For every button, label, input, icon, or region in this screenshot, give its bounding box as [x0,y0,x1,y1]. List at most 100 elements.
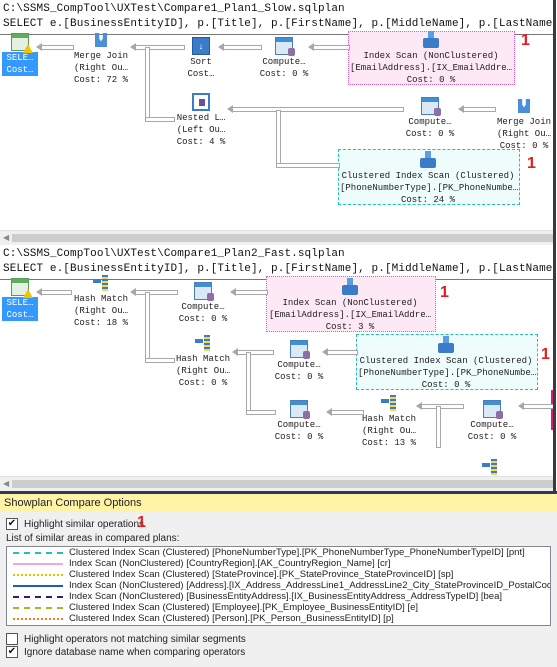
plan1-edge [145,117,175,122]
plan1-pane: C:\SSMS_CompTool\UXTest\Compare1_Plan1_S… [0,0,556,245]
plan2-edge [436,406,441,448]
highlight-not-matching-checkbox[interactable]: Highlight operators not matching similar… [6,633,246,645]
plan2-marker-1: 1 [440,284,449,301]
checkbox-unchecked-icon[interactable] [6,633,18,645]
select-icon [11,33,33,53]
plan2-node-compute-scalar-4[interactable]: Compute… Cost: 0 % [464,400,520,443]
similar-area-item[interactable]: Clustered Index Scan (Clustered) [StateP… [7,569,550,580]
scroll-left-icon[interactable]: ◀ [3,479,9,489]
plan2-node-compute-scalar-2[interactable]: Compute… Cost: 0 % [272,340,326,383]
highlight-similar-operations-checkbox[interactable]: ✔ Highlight similar operations [6,518,144,530]
hash-match-icon [481,458,499,476]
plan1-edge [462,107,496,112]
merge-join-icon [92,31,110,49]
similar-area-item[interactable]: Clustered Index Scan (Clustered) [Employ… [7,602,550,613]
plan2-edge [134,290,178,295]
hash-match-icon [194,334,212,352]
similar-area-label: Clustered Index Scan (Clustered) [Employ… [69,602,419,613]
plan2-node-index-scan[interactable]: Index Scan (NonClustered) [EmailAddress]… [268,278,432,333]
plan1-query: SELECT e.[BusinessEntityID], p.[Title], … [3,18,556,30]
plan2-diagram: 1 1 SELE… Cost… Hash Match (Right Ou… Co… [0,275,553,477]
plan1-edge [232,107,404,112]
plan1-marker-2: 1 [527,155,536,172]
plan1-marker-1: 1 [521,32,530,49]
clustered-index-scan-icon [419,151,437,169]
plan2-node-hash-match-3[interactable]: Hash Match (Right Ou… Cost: 13 % [358,394,420,449]
compute-scalar-icon [483,400,503,419]
ignore-database-name-checkbox[interactable]: ✔ Ignore database name when comparing op… [6,646,245,658]
plan2-node-select[interactable]: SELE… Cost… [2,278,38,321]
select-icon [11,278,33,298]
checkbox-checked-icon[interactable]: ✔ [6,646,18,658]
merge-join-icon [515,97,533,115]
options-title: Showplan Compare Options [0,494,557,512]
line-style-swatch-icon [13,618,63,620]
scroll-left-icon[interactable]: ◀ [3,233,9,243]
plan2-pane: C:\SSMS_CompTool\UXTest\Compare1_Plan2_F… [0,245,556,491]
plan1-edge [40,45,74,50]
line-style-swatch-icon [13,607,63,609]
plan1-edge [312,45,350,50]
plan2-edge-arrow [230,288,236,296]
plan2-marker-2: 1 [541,346,550,363]
plan1-edge-arrow [458,105,464,113]
similar-area-label: Clustered Index Scan (Clustered) [PhoneN… [69,547,525,558]
compute-scalar-icon [421,97,441,116]
plan1-node-compute-scalar-2[interactable]: Compute… Cost: 0 % [402,97,458,140]
plan2-horizontal-scrollbar[interactable]: ◀ [0,476,553,491]
showplan-compare-options-panel: Showplan Compare Options ✔ Highlight sim… [0,491,557,667]
similar-area-item[interactable]: Index Scan (NonClustered) [Address].[IX_… [7,580,550,591]
plan2-node-compute-scalar-3[interactable]: Compute… Cost: 0 % [272,400,326,443]
plan1-diagram: 1 1 SELE… Cost… Merge Join (Right Ou… Co… [0,31,553,231]
offscreen-highlight-edge [551,390,553,430]
similar-area-item[interactable]: Index Scan (NonClustered) [CountryRegion… [7,558,550,569]
plan1-header: C:\SSMS_CompTool\UXTest\Compare1_Plan1_S… [0,0,553,35]
similar-area-label: Clustered Index Scan (Clustered) [Person… [69,613,394,624]
line-style-swatch-icon [13,552,63,554]
hash-match-icon [380,394,398,412]
similar-area-item[interactable]: Clustered Index Scan (Clustered) [PhoneN… [7,547,550,558]
plan2-node-clustered-index-scan[interactable]: Clustered Index Scan (Clustered) [PhoneN… [358,336,536,391]
compute-scalar-icon [290,400,310,419]
nested-loops-icon [192,93,210,111]
plan1-node-index-scan[interactable]: Index Scan (NonClustered) [EmailAddress]… [350,31,512,86]
similar-area-item[interactable]: Index Scan (NonClustered) [BusinessEntit… [7,591,550,602]
similar-area-label: Index Scan (NonClustered) [Address].[IX_… [69,580,551,591]
plan1-node-compute-scalar[interactable]: Compute… Cost: 0 % [256,37,312,80]
plan2-node-hash-match-2[interactable]: Hash Match (Right Ou… Cost: 0 % [172,334,234,389]
plan2-scrollbar-thumb[interactable] [12,480,553,488]
plan1-horizontal-scrollbar[interactable]: ◀ [0,230,553,245]
plan1-node-sort[interactable]: ↓ Sort Cost… [182,37,220,80]
compute-scalar-icon [275,37,295,56]
plan2-node-compute-scalar[interactable]: Compute… Cost: 0 % [176,282,230,325]
similar-area-label: Clustered Index Scan (Clustered) [StateP… [69,569,454,580]
plan2-edge [522,404,553,409]
similar-area-label: Index Scan (NonClustered) [BusinessEntit… [69,591,502,602]
line-style-swatch-icon [13,596,63,598]
options-marker: 1 [137,514,146,531]
plan2-node-hash-match[interactable]: Hash Match (Right Ou… Cost: 18 % [70,274,132,329]
plan2-file-path: C:\SSMS_CompTool\UXTest\Compare1_Plan2_F… [3,248,345,260]
hash-match-icon [92,274,110,292]
index-scan-icon [422,31,440,49]
plan1-node-clustered-index-scan[interactable]: Clustered Index Scan (Clustered) [PhoneN… [340,151,518,206]
plan1-scrollbar-thumb[interactable] [12,234,553,242]
similar-area-item[interactable]: Clustered Index Scan (Clustered) [Person… [7,613,550,624]
plan1-node-merge-join[interactable]: Merge Join (Right Ou… Cost: 72 % [70,31,132,86]
plan2-edge [420,404,464,409]
plan1-node-merge-join-2[interactable]: Merge Join (Right Ou… Cost: 0 % [493,97,553,152]
checkbox-checked-icon[interactable]: ✔ [6,518,18,530]
similar-areas-list[interactable]: Clustered Index Scan (Clustered) [PhoneN… [6,546,551,626]
line-style-swatch-icon [13,574,63,576]
plan2-edge [326,350,358,355]
plan2-node-hash-match-partial[interactable] [478,458,502,477]
plan1-node-nested-loops[interactable]: Nested L… (Left Ou… Cost: 4 % [172,93,230,148]
line-style-swatch-icon [13,563,63,565]
plan2-edge [234,290,268,295]
compute-scalar-icon [194,282,214,301]
plan2-edge-arrow [326,408,332,416]
compute-scalar-icon [290,340,310,359]
plan2-edge [145,292,150,362]
plan2-edge [145,358,175,363]
plan1-node-select[interactable]: SELE… Cost… [2,33,38,76]
